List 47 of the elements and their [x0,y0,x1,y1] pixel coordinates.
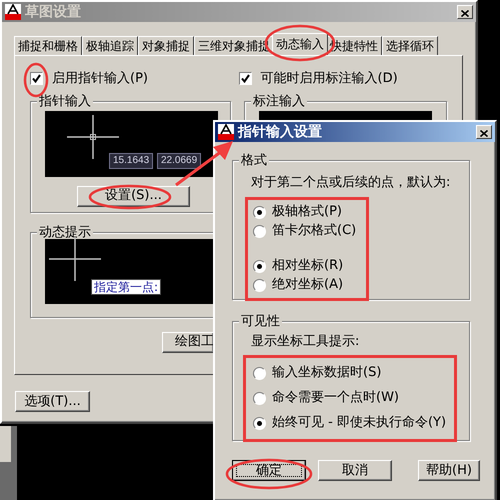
radio-button[interactable] [253,392,266,405]
dialog-button[interactable]: 帮助(H) [418,460,480,481]
window-title: 指针输入设置 [238,124,322,140]
options-button[interactable]: 选项(T)... [15,391,90,412]
radio-button[interactable] [253,206,266,219]
tab[interactable]: 对象捕捉 [138,36,194,55]
radio-label: 命令需要一个点时(W) [272,390,399,406]
checkbox-label: 启用指针输入(P) [52,71,148,87]
radio-button[interactable] [253,366,266,380]
radio-label: 笛卡尔格式(C) [272,223,356,239]
caption-text: 对于第二个点或后续的点，默认为: [251,175,452,191]
radio-label: 极轴格式(P) [272,204,342,220]
group-title: 动态提示 [37,224,93,240]
radio-label: 输入坐标数据时(S) [272,365,382,381]
radio-button[interactable] [253,278,266,292]
checkbox[interactable] [30,72,43,86]
radio-label: 相对坐标(R) [272,258,344,274]
radio-button[interactable] [253,416,266,430]
checkbox[interactable] [238,72,252,86]
coordinate-field: 15.1643 [109,152,154,169]
radio-button[interactable] [253,224,266,238]
dialog-button[interactable]: 取消 [318,460,392,481]
radio-label: 始终可见 - 即使未执行命令(Y) [272,415,446,431]
checkbox-label: 可能时启用标注输入(D) [260,71,398,87]
crosshair-icon [49,236,101,281]
group-title: 指针输入 [37,94,93,109]
tab[interactable]: 极轴追踪 [82,36,138,55]
app-icon [218,124,234,140]
tab[interactable]: 选择循环 [382,36,438,55]
tab[interactable]: 动态输入 [272,33,328,55]
close-button[interactable] [457,5,473,19]
close-icon [480,130,488,137]
window-title: 草图设置 [25,4,81,20]
prompt-tooltip: 指定第一点: [91,278,162,295]
pickbox-icon [90,134,96,140]
group-title: 格式 [239,153,269,168]
radio-label: 绝对坐标(A) [272,277,344,293]
drawing-tooltip-button[interactable]: 绘图工 [162,332,214,353]
coordinate-field: 22.0669 [157,152,202,169]
app-icon [5,4,21,20]
close-icon [461,10,469,17]
group-title: 标注输入 [251,94,308,109]
close-button[interactable] [476,125,492,139]
radio-button[interactable] [253,260,266,273]
tab[interactable]: 捕捉和栅格 [14,36,82,55]
group-title: 可见性 [239,314,282,329]
caption-text: 显示坐标工具提示: [251,334,360,350]
